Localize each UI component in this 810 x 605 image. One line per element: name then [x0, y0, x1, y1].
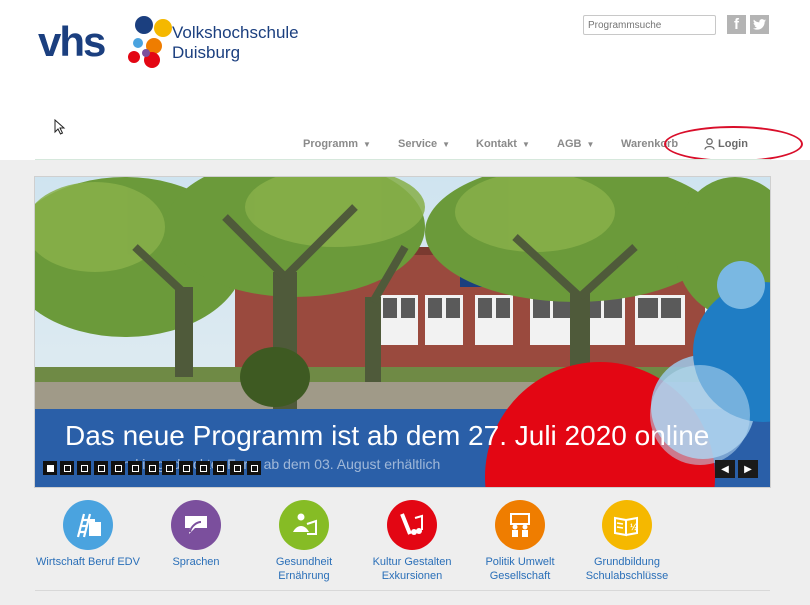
search-input[interactable] — [583, 15, 716, 35]
category-gesundheit[interactable]: Gesundheit Ernährung — [265, 500, 343, 583]
svg-text:½: ½ — [630, 522, 638, 532]
logo-title-line2: Duisburg — [172, 43, 241, 62]
logo-wordmark: vhs — [38, 18, 106, 65]
hero-slider[interactable]: Das neue Programm ist ab dem 27. Juli 20… — [34, 176, 771, 488]
slide-dot-2[interactable] — [60, 461, 74, 475]
category-row: Wirtschaft Beruf EDV Sprachen Gesundheit… — [0, 500, 810, 590]
logo-title-line1: Volkshochschule — [172, 23, 299, 42]
category-label: Grundbildung Schulabschlüsse — [585, 556, 669, 582]
slide-dot-4[interactable] — [94, 461, 108, 475]
category-kultur[interactable]: Kultur Gestalten Exkursionen — [370, 500, 454, 583]
slider-prev-button[interactable]: ◀ — [715, 460, 735, 478]
caret-down-icon: ▼ — [363, 140, 371, 149]
caret-down-icon: ▼ — [521, 140, 530, 149]
nav-item-agb[interactable]: AGB ▼ — [557, 138, 594, 150]
caret-down-icon: ▼ — [586, 140, 595, 149]
caret-down-icon: ▼ — [442, 140, 451, 149]
slide-dot-1[interactable] — [43, 461, 57, 475]
category-label: Politik Umwelt Gesellschaft — [485, 556, 555, 582]
category-wirtschaft[interactable]: Wirtschaft Beruf EDV — [36, 500, 140, 569]
highlight-ellipse — [664, 126, 803, 162]
slide-dot-6[interactable] — [128, 461, 142, 475]
category-label: Kultur Gestalten Exkursionen — [372, 556, 452, 582]
slide-dot-3[interactable] — [77, 461, 91, 475]
slide-dot-11[interactable] — [213, 461, 227, 475]
slide-dot-7[interactable] — [145, 461, 159, 475]
slide-dot-13[interactable] — [247, 461, 261, 475]
slide-dot-9[interactable] — [179, 461, 193, 475]
facebook-icon[interactable]: f — [727, 15, 746, 34]
mouse-cursor-icon — [54, 119, 66, 135]
nav-item-service[interactable]: Service ▼ — [398, 138, 450, 150]
category-grundbildung[interactable]: ½ Grundbildung Schulabschlüsse — [584, 500, 670, 583]
slide-dot-10[interactable] — [196, 461, 210, 475]
brush-music-icon — [387, 500, 437, 550]
triangle-left-icon: ◀ — [721, 463, 729, 475]
slider-headline: Das neue Programm ist ab dem 27. Juli 20… — [65, 420, 710, 451]
ladder-folder-icon — [63, 500, 113, 550]
nav-item-programm[interactable]: Programm ▼ — [303, 138, 371, 150]
slider-next-button[interactable]: ▶ — [738, 460, 758, 478]
logo-dots-icon — [128, 16, 172, 68]
twitter-icon[interactable] — [750, 15, 769, 34]
slide-dot-5[interactable] — [111, 461, 125, 475]
speech-bubble-icon — [171, 500, 221, 550]
site-header: vhs Volkshochschule Duisburg f Programm▼… — [0, 0, 810, 162]
people-board-icon — [495, 500, 545, 550]
footer-divider — [35, 590, 770, 591]
category-sprachen[interactable]: Sprachen — [170, 500, 222, 569]
category-label: Sprachen — [172, 556, 220, 568]
slide-dot-12[interactable] — [230, 461, 244, 475]
site-logo[interactable]: vhs Volkshochschule Duisburg — [38, 16, 318, 76]
category-label: Gesundheit Ernährung — [275, 556, 333, 582]
book-half-icon: ½ — [602, 500, 652, 550]
triangle-right-icon: ▶ — [744, 463, 752, 475]
slider-pagination — [43, 461, 261, 475]
nav-item-kontakt[interactable]: Kontakt ▼ — [476, 138, 530, 150]
slide-dot-8[interactable] — [162, 461, 176, 475]
yoga-icon — [279, 500, 329, 550]
category-label: Wirtschaft Beruf EDV — [36, 556, 140, 568]
category-politik[interactable]: Politik Umwelt Gesellschaft — [484, 500, 556, 583]
